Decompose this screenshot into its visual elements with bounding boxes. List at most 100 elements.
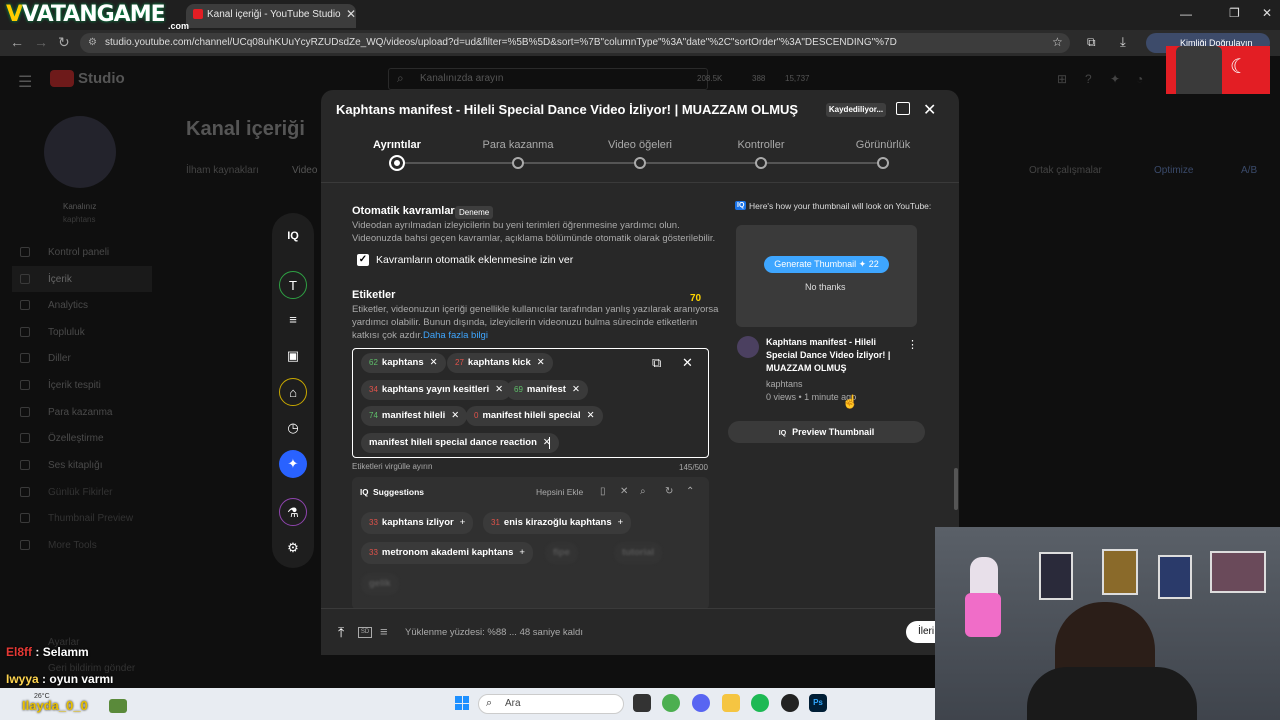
settings-tool-icon[interactable]: ⚙ <box>279 534 307 562</box>
minimize-icon[interactable]: — <box>1180 7 1192 21</box>
remove-tag-icon[interactable]: ✕ <box>495 384 503 395</box>
step-video-elements[interactable]: Video öğeleri <box>580 139 700 151</box>
tag-chip[interactable]: 62 kaphtans ✕ <box>361 353 446 373</box>
photoshop-icon[interactable]: Ps <box>809 694 827 712</box>
spotify-icon[interactable] <box>751 694 769 712</box>
image-tool-icon[interactable]: ▣ <box>279 342 307 370</box>
taskbar-search[interactable]: Ara <box>478 694 624 714</box>
step-details[interactable]: Ayrıntılar <box>337 139 457 151</box>
reload-icon[interactable]: ↻ <box>58 34 70 51</box>
tag-chip[interactable]: manifest hileli special dance reaction ✕ <box>361 433 559 453</box>
remove-tag-icon[interactable]: ✕ <box>537 357 545 368</box>
tags-count: 145/500 <box>679 463 708 472</box>
add-suggestion-icon[interactable]: + <box>460 517 466 528</box>
tab-video[interactable]: Video <box>292 165 317 176</box>
channel-name: kaphtans <box>63 215 96 224</box>
maximize-icon[interactable]: ❐ <box>1229 6 1240 20</box>
clear-tags-icon[interactable]: ✕ <box>682 355 693 371</box>
sidebar-item-analytics[interactable]: Analytics <box>48 300 88 311</box>
step-visibility[interactable]: Görünürlük <box>823 139 943 151</box>
clock-tool-icon[interactable]: ◷ <box>279 414 307 442</box>
sidebar-item-audio-library[interactable]: Ses kitaplığı <box>48 460 102 471</box>
collapse-icon[interactable]: ⌃ <box>686 486 694 497</box>
forward-icon[interactable]: → <box>34 34 48 50</box>
chat-user: Iwyya <box>6 672 39 686</box>
sidebar-item-content-detection[interactable]: İçerik tespiti <box>48 380 101 391</box>
generate-thumbnail-button[interactable]: Generate Thumbnail ✦ 22 <box>764 256 889 273</box>
tag-chip[interactable]: 74 manifest hileli ✕ <box>361 406 468 426</box>
channel-avatar[interactable] <box>44 116 116 188</box>
suggestion-chip[interactable]: 33 kaphtans izliyor + <box>361 512 474 534</box>
description-tool-icon[interactable]: ≡ <box>279 306 307 334</box>
tag-chip[interactable]: 0 manifest hileli special ✕ <box>466 406 603 426</box>
auto-concepts-checkbox[interactable]: ✓ <box>357 254 369 266</box>
windows-start-icon[interactable] <box>455 696 469 710</box>
search-icon[interactable]: ⌕ <box>640 486 646 497</box>
sidebar-item-languages[interactable]: Diller <box>48 353 71 364</box>
translate-icon[interactable]: ✕ <box>620 486 628 497</box>
sidebar-item-content[interactable]: İçerik <box>48 274 72 285</box>
sparkle-icon[interactable]: ✦ <box>1110 72 1120 86</box>
sidebar-item-more-tools[interactable]: More Tools <box>48 540 97 551</box>
saving-indicator: Kaydediliyor... <box>826 103 886 117</box>
notifications-icon[interactable]: ◔ <box>1136 72 1143 86</box>
bookmark-star-icon[interactable]: ☆ <box>1052 35 1063 49</box>
sidebar-item-customization[interactable]: Özelleştirme <box>48 433 104 444</box>
refresh-icon[interactable]: ↻ <box>665 486 673 497</box>
suggestion-chip-blurred[interactable]: tutorial <box>614 542 663 564</box>
tab-optimize[interactable]: Optimize <box>1154 165 1193 176</box>
copy-tags-icon[interactable]: ⧉ <box>652 355 661 371</box>
download-icon[interactable]: ⤓ <box>1120 34 1126 50</box>
modal-scrollbar[interactable] <box>954 186 959 510</box>
sidebar-item-thumbnail-preview[interactable]: Thumbnail Preview <box>48 513 133 524</box>
add-suggestion-icon[interactable]: + <box>519 547 525 558</box>
step-monetization[interactable]: Para kazanma <box>458 139 578 151</box>
step-checks[interactable]: Kontroller <box>701 139 821 151</box>
tags-tool-icon[interactable]: ⌂ <box>279 378 307 406</box>
upload-icon[interactable]: ⊞ <box>1057 72 1067 86</box>
menu-icon[interactable]: ☰ <box>18 72 32 92</box>
feedback-icon[interactable] <box>896 102 910 115</box>
close-icon[interactable]: ✕ <box>923 100 936 120</box>
tag-chip[interactable]: 27 kaphtans kick ✕ <box>447 353 553 373</box>
tab-ab[interactable]: A/B <box>1241 165 1257 176</box>
suggestion-chip-blurred[interactable]: fipe <box>545 542 578 564</box>
learn-more-link[interactable]: Daha fazla bilgi <box>423 329 488 342</box>
ai-sparkle-icon[interactable]: ✦ <box>279 450 307 478</box>
sidebar-item-dashboard[interactable]: Kontrol paneli <box>48 247 109 258</box>
help-icon[interactable]: ? <box>1085 72 1092 86</box>
tab-inspiration[interactable]: İlham kaynakları <box>186 165 259 176</box>
window-close-icon[interactable]: ✕ <box>1262 6 1272 20</box>
add-suggestion-icon[interactable]: + <box>618 517 624 528</box>
tab-close-icon[interactable]: ✕ <box>346 7 356 21</box>
suggestion-chip[interactable]: 31 enis kirazoğlu kaphtans + <box>483 512 632 534</box>
task-view-icon[interactable] <box>633 694 651 712</box>
obs-icon[interactable] <box>781 694 799 712</box>
sidebar-item-community[interactable]: Topluluk <box>48 327 85 338</box>
suggestion-chip[interactable]: 33 metronom akademi kaphtans + <box>361 542 533 564</box>
back-icon[interactable]: ← <box>10 34 24 50</box>
tag-chip[interactable]: 34 kaphtans yayın kesitleri ✕ <box>361 380 512 400</box>
sidebar-item-monetization[interactable]: Para kazanma <box>48 407 112 418</box>
more-options-icon[interactable]: ⋮ <box>907 338 918 351</box>
file-explorer-icon[interactable] <box>722 694 740 712</box>
remove-tag-icon[interactable]: ✕ <box>430 357 438 368</box>
no-thanks-button[interactable]: No thanks <box>805 282 846 292</box>
add-all-button[interactable]: Hepsini Ekle <box>536 487 583 497</box>
preview-thumbnail-button[interactable]: IQ Preview Thumbnail <box>728 421 925 443</box>
discord-icon[interactable] <box>692 694 710 712</box>
sidebar-item-daily-ideas[interactable]: Günlük Fikirler <box>48 487 112 498</box>
chrome-icon[interactable] <box>662 694 680 712</box>
remove-tag-icon[interactable]: ✕ <box>451 410 459 421</box>
tag-chip[interactable]: 69 manifest ✕ <box>506 380 588 400</box>
copy-icon[interactable]: ▯ <box>600 486 606 497</box>
remove-tag-icon[interactable]: ✕ <box>587 410 595 421</box>
remove-tag-icon[interactable]: ✕ <box>572 384 580 395</box>
title-tool-icon[interactable]: T <box>279 271 307 299</box>
suggestion-chip-blurred[interactable]: gelik <box>361 573 399 595</box>
iq-icon[interactable]: IQ <box>279 222 307 250</box>
site-info-icon[interactable]: ⚙ <box>88 37 97 48</box>
extensions-icon[interactable]: ⧉ <box>1087 35 1096 50</box>
flask-tool-icon[interactable]: ⚗ <box>279 498 307 526</box>
tab-collaborations[interactable]: Ortak çalışmalar <box>1029 165 1102 176</box>
